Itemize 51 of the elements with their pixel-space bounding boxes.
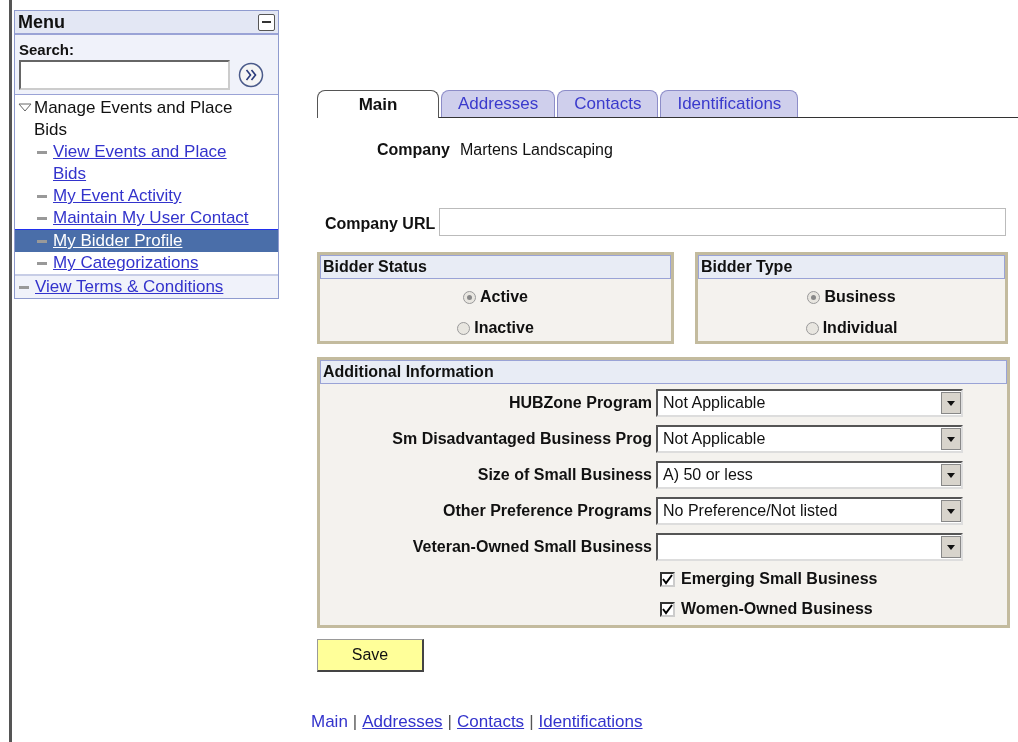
footer-link[interactable]: Addresses xyxy=(362,709,443,735)
footer-link[interactable]: Contacts xyxy=(457,709,525,735)
tab[interactable]: Identifications xyxy=(660,90,799,117)
company-url-label: Company URL xyxy=(325,214,436,234)
menu-link[interactable]: View Events and Place Bids xyxy=(53,141,253,185)
radio-label: Inactive xyxy=(474,318,534,338)
panel-title: Bidder Status xyxy=(320,255,671,279)
company-label: Company xyxy=(377,140,450,160)
checkbox-label: Emerging Small Business xyxy=(681,569,878,589)
radio-button[interactable] xyxy=(463,290,476,304)
tab[interactable]: Addresses xyxy=(441,90,556,117)
company-url-field[interactable] xyxy=(439,208,1006,236)
search-field[interactable] xyxy=(19,60,230,90)
menu-title: Menu xyxy=(18,10,65,34)
radio-button[interactable] xyxy=(807,290,821,304)
tab[interactable]: Contacts xyxy=(557,90,659,117)
menu-folder[interactable]: Manage Events and Place Bids xyxy=(34,97,254,141)
separator: | xyxy=(352,711,358,733)
company-value: Martens Landscaping xyxy=(459,140,613,160)
menu-link[interactable]: My Event Activity xyxy=(53,185,253,207)
panel-title: Bidder Type xyxy=(698,255,1005,279)
separator: | xyxy=(529,711,534,733)
tab[interactable]: Main xyxy=(317,90,439,118)
radio-button[interactable] xyxy=(457,321,471,335)
footer-link[interactable]: Main xyxy=(311,709,348,735)
save-button[interactable]: Save xyxy=(317,639,424,672)
field-label: Veteran-Owned Small Business xyxy=(411,537,653,557)
collapse-button[interactable] xyxy=(258,13,275,31)
radio-label: Business xyxy=(824,287,896,307)
dropdown[interactable]: Not Applicable xyxy=(656,425,963,453)
radio-label: Active xyxy=(480,287,528,307)
field-label: Size of Small Business xyxy=(476,465,653,485)
field-label: Other Preference Programs xyxy=(442,501,653,521)
go-icon[interactable] xyxy=(238,62,264,88)
separator: | xyxy=(447,711,453,733)
footer-link[interactable]: Identifications xyxy=(538,709,643,735)
dropdown[interactable]: A) 50 or less xyxy=(656,461,963,489)
radio-button[interactable] xyxy=(805,321,819,335)
radio-label: Individual xyxy=(822,318,898,338)
field-label: HUBZone Program xyxy=(507,393,653,413)
field-label: Sm Disadvantaged Business Prog xyxy=(391,429,653,449)
dropdown[interactable]: No Preference/Not listed xyxy=(656,497,963,525)
menu-link[interactable]: My Categorizations xyxy=(53,252,253,274)
checkbox[interactable] xyxy=(660,571,675,587)
checkbox-label: Women-Owned Business xyxy=(681,599,873,619)
dropdown[interactable] xyxy=(656,533,963,561)
dropdown[interactable]: Not Applicable xyxy=(656,389,963,417)
menu-link[interactable]: Maintain My User Contact xyxy=(53,207,253,229)
checkbox[interactable] xyxy=(660,601,675,617)
panel-title: Additional Information xyxy=(320,360,1007,384)
search-label: Search: xyxy=(19,40,76,60)
